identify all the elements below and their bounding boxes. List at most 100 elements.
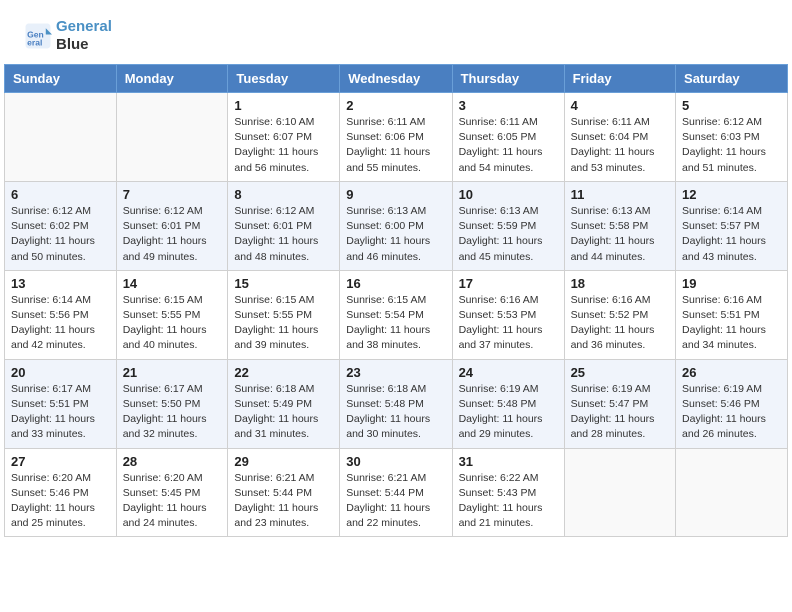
day-info: Sunrise: 6:18 AM Sunset: 5:48 PM Dayligh… <box>346 382 445 443</box>
day-info: Sunrise: 6:14 AM Sunset: 5:56 PM Dayligh… <box>11 293 110 354</box>
day-info: Sunrise: 6:18 AM Sunset: 5:49 PM Dayligh… <box>234 382 333 443</box>
day-number: 17 <box>459 276 558 291</box>
day-number: 25 <box>571 365 669 380</box>
day-number: 26 <box>682 365 781 380</box>
day-info: Sunrise: 6:17 AM Sunset: 5:51 PM Dayligh… <box>11 382 110 443</box>
logo: Gen eral GeneralBlue <box>24 18 112 54</box>
calendar-cell: 11 Sunrise: 6:13 AM Sunset: 5:58 PM Dayli… <box>564 181 675 270</box>
calendar-cell: 26 Sunrise: 6:19 AM Sunset: 5:46 PM Dayli… <box>676 359 788 448</box>
calendar-week-2: 6 Sunrise: 6:12 AM Sunset: 6:02 PM Daylig… <box>5 181 788 270</box>
calendar-cell: 4 Sunrise: 6:11 AM Sunset: 6:04 PM Daylig… <box>564 93 675 182</box>
day-info: Sunrise: 6:13 AM Sunset: 6:00 PM Dayligh… <box>346 204 445 265</box>
calendar-table: SundayMondayTuesdayWednesdayThursdayFrid… <box>4 64 788 537</box>
calendar-cell: 19 Sunrise: 6:16 AM Sunset: 5:51 PM Dayli… <box>676 270 788 359</box>
calendar-week-4: 20 Sunrise: 6:17 AM Sunset: 5:51 PM Dayli… <box>5 359 788 448</box>
day-header-monday: Monday <box>116 65 228 93</box>
day-number: 3 <box>459 98 558 113</box>
day-info: Sunrise: 6:16 AM Sunset: 5:52 PM Dayligh… <box>571 293 669 354</box>
day-number: 2 <box>346 98 445 113</box>
calendar-cell: 31 Sunrise: 6:22 AM Sunset: 5:43 PM Dayli… <box>452 448 564 537</box>
day-info: Sunrise: 6:12 AM Sunset: 6:02 PM Dayligh… <box>11 204 110 265</box>
day-number: 29 <box>234 454 333 469</box>
day-info: Sunrise: 6:13 AM Sunset: 5:59 PM Dayligh… <box>459 204 558 265</box>
calendar-cell: 16 Sunrise: 6:15 AM Sunset: 5:54 PM Dayli… <box>340 270 452 359</box>
calendar-cell: 13 Sunrise: 6:14 AM Sunset: 5:56 PM Dayli… <box>5 270 117 359</box>
calendar-cell <box>5 93 117 182</box>
day-number: 4 <box>571 98 669 113</box>
day-number: 19 <box>682 276 781 291</box>
page-header: Gen eral GeneralBlue <box>0 0 792 64</box>
calendar-week-1: 1 Sunrise: 6:10 AM Sunset: 6:07 PM Daylig… <box>5 93 788 182</box>
day-info: Sunrise: 6:12 AM Sunset: 6:03 PM Dayligh… <box>682 115 781 176</box>
calendar-week-3: 13 Sunrise: 6:14 AM Sunset: 5:56 PM Dayli… <box>5 270 788 359</box>
calendar-cell: 21Sunrise: 6:17 AM Sunset: 5:50 PM Dayli… <box>116 359 228 448</box>
day-number: 22 <box>234 365 333 380</box>
calendar-week-5: 27Sunrise: 6:20 AM Sunset: 5:46 PM Dayli… <box>5 448 788 537</box>
day-number: 27 <box>11 454 110 469</box>
day-number: 7 <box>123 187 222 202</box>
calendar-cell: 8Sunrise: 6:12 AM Sunset: 6:01 PM Daylig… <box>228 181 340 270</box>
day-number: 11 <box>571 187 669 202</box>
calendar-cell: 17 Sunrise: 6:16 AM Sunset: 5:53 PM Dayli… <box>452 270 564 359</box>
day-header-friday: Friday <box>564 65 675 93</box>
calendar-cell: 27Sunrise: 6:20 AM Sunset: 5:46 PM Dayli… <box>5 448 117 537</box>
day-number: 5 <box>682 98 781 113</box>
day-number: 21 <box>123 365 222 380</box>
day-number: 13 <box>11 276 110 291</box>
day-number: 28 <box>123 454 222 469</box>
calendar-cell: 18Sunrise: 6:16 AM Sunset: 5:52 PM Dayli… <box>564 270 675 359</box>
day-info: Sunrise: 6:11 AM Sunset: 6:04 PM Dayligh… <box>571 115 669 176</box>
day-header-saturday: Saturday <box>676 65 788 93</box>
calendar-cell: 3 Sunrise: 6:11 AM Sunset: 6:05 PM Daylig… <box>452 93 564 182</box>
logo-text: GeneralBlue <box>56 18 112 54</box>
day-number: 6 <box>11 187 110 202</box>
day-info: Sunrise: 6:19 AM Sunset: 5:46 PM Dayligh… <box>682 382 781 443</box>
calendar-cell: 12 Sunrise: 6:14 AM Sunset: 5:57 PM Dayli… <box>676 181 788 270</box>
calendar-cell: 29 Sunrise: 6:21 AM Sunset: 5:44 PM Dayli… <box>228 448 340 537</box>
day-number: 31 <box>459 454 558 469</box>
day-info: Sunrise: 6:11 AM Sunset: 6:06 PM Dayligh… <box>346 115 445 176</box>
day-info: Sunrise: 6:10 AM Sunset: 6:07 PM Dayligh… <box>234 115 333 176</box>
calendar-header-row: SundayMondayTuesdayWednesdayThursdayFrid… <box>5 65 788 93</box>
calendar-cell: 28 Sunrise: 6:20 AM Sunset: 5:45 PM Dayli… <box>116 448 228 537</box>
day-number: 1 <box>234 98 333 113</box>
day-number: 24 <box>459 365 558 380</box>
calendar-cell: 9 Sunrise: 6:13 AM Sunset: 6:00 PM Daylig… <box>340 181 452 270</box>
day-info: Sunrise: 6:15 AM Sunset: 5:55 PM Dayligh… <box>234 293 333 354</box>
day-header-sunday: Sunday <box>5 65 117 93</box>
day-number: 10 <box>459 187 558 202</box>
day-info: Sunrise: 6:12 AM Sunset: 6:01 PM Dayligh… <box>234 204 333 265</box>
calendar-cell: 22 Sunrise: 6:18 AM Sunset: 5:49 PM Dayli… <box>228 359 340 448</box>
calendar-cell <box>116 93 228 182</box>
calendar-cell: 30Sunrise: 6:21 AM Sunset: 5:44 PM Dayli… <box>340 448 452 537</box>
day-info: Sunrise: 6:16 AM Sunset: 5:53 PM Dayligh… <box>459 293 558 354</box>
day-info: Sunrise: 6:11 AM Sunset: 6:05 PM Dayligh… <box>459 115 558 176</box>
calendar-cell <box>564 448 675 537</box>
day-info: Sunrise: 6:14 AM Sunset: 5:57 PM Dayligh… <box>682 204 781 265</box>
calendar-cell: 20 Sunrise: 6:17 AM Sunset: 5:51 PM Dayli… <box>5 359 117 448</box>
logo-icon: Gen eral <box>24 22 52 50</box>
day-info: Sunrise: 6:22 AM Sunset: 5:43 PM Dayligh… <box>459 471 558 532</box>
day-header-wednesday: Wednesday <box>340 65 452 93</box>
day-info: Sunrise: 6:13 AM Sunset: 5:58 PM Dayligh… <box>571 204 669 265</box>
day-info: Sunrise: 6:21 AM Sunset: 5:44 PM Dayligh… <box>234 471 333 532</box>
day-number: 20 <box>11 365 110 380</box>
day-info: Sunrise: 6:15 AM Sunset: 5:55 PM Dayligh… <box>123 293 222 354</box>
calendar-cell: 2 Sunrise: 6:11 AM Sunset: 6:06 PM Daylig… <box>340 93 452 182</box>
calendar-cell <box>676 448 788 537</box>
calendar-cell: 10 Sunrise: 6:13 AM Sunset: 5:59 PM Dayli… <box>452 181 564 270</box>
calendar-cell: 5 Sunrise: 6:12 AM Sunset: 6:03 PM Daylig… <box>676 93 788 182</box>
calendar-cell: 1 Sunrise: 6:10 AM Sunset: 6:07 PM Daylig… <box>228 93 340 182</box>
day-info: Sunrise: 6:19 AM Sunset: 5:48 PM Dayligh… <box>459 382 558 443</box>
day-info: Sunrise: 6:15 AM Sunset: 5:54 PM Dayligh… <box>346 293 445 354</box>
day-number: 12 <box>682 187 781 202</box>
day-number: 23 <box>346 365 445 380</box>
calendar-cell: 7 Sunrise: 6:12 AM Sunset: 6:01 PM Daylig… <box>116 181 228 270</box>
day-info: Sunrise: 6:16 AM Sunset: 5:51 PM Dayligh… <box>682 293 781 354</box>
calendar-cell: 6 Sunrise: 6:12 AM Sunset: 6:02 PM Daylig… <box>5 181 117 270</box>
day-number: 9 <box>346 187 445 202</box>
day-info: Sunrise: 6:20 AM Sunset: 5:45 PM Dayligh… <box>123 471 222 532</box>
day-number: 16 <box>346 276 445 291</box>
day-header-thursday: Thursday <box>452 65 564 93</box>
day-info: Sunrise: 6:12 AM Sunset: 6:01 PM Dayligh… <box>123 204 222 265</box>
